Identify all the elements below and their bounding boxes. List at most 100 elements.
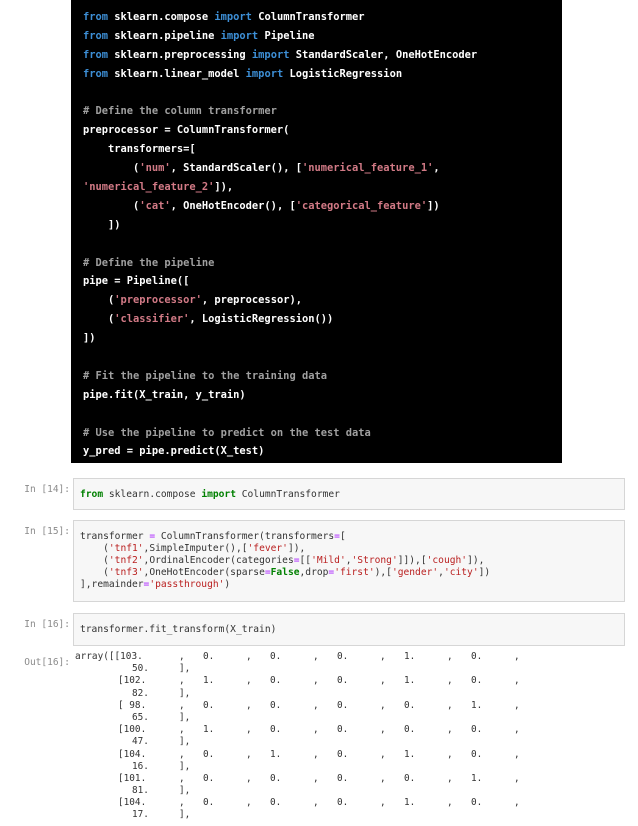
output-row: [101., 0., 0., 0., 0., 1., bbox=[75, 773, 620, 785]
output-value: 16. bbox=[132, 760, 149, 772]
code-cell-15[interactable]: transformer = ColumnTransformer(transfor… bbox=[73, 520, 625, 602]
output-row-end: ], bbox=[179, 663, 191, 675]
code-token: # Use the pipeline to predict on the tes… bbox=[83, 426, 371, 439]
output-row-end: ], bbox=[179, 711, 191, 723]
output-row-tail: 50.], bbox=[75, 663, 620, 675]
code-token: 'cough' bbox=[426, 555, 468, 566]
output-value: 65. bbox=[132, 711, 149, 723]
code-token: y_pred = pipe.predict(X_test) bbox=[83, 445, 265, 458]
output-value: , bbox=[380, 699, 386, 711]
output-value: 47. bbox=[132, 736, 149, 748]
output-value: [101. bbox=[118, 772, 147, 784]
cell-code-line: transformer = ColumnTransformer(transfor… bbox=[80, 531, 618, 543]
output-value: 0. bbox=[337, 797, 349, 809]
output-row-end: ], bbox=[179, 687, 191, 699]
code-line: # Define the column transformer bbox=[83, 102, 562, 121]
output-value: , bbox=[313, 699, 319, 711]
cell-prompt-16: In [16]: bbox=[24, 619, 70, 630]
output-value: 0. bbox=[471, 724, 483, 736]
output-value: , bbox=[246, 724, 252, 736]
code-line: from sklearn.linear_model import Logisti… bbox=[83, 65, 562, 84]
output-row: [102., 1., 0., 0., 1., 0., bbox=[75, 675, 620, 687]
code-token: import bbox=[214, 11, 252, 23]
code-token: [[ bbox=[299, 555, 312, 566]
output-value: 0. bbox=[270, 724, 282, 736]
output-value: 0. bbox=[404, 772, 416, 784]
output-value: [104. bbox=[118, 748, 147, 760]
output-row-tail: 47.], bbox=[75, 736, 620, 748]
output-value: 0. bbox=[203, 748, 215, 760]
output-value: , bbox=[447, 724, 453, 736]
output-value: , bbox=[514, 651, 520, 662]
output-value: , bbox=[380, 797, 386, 809]
code-token: sklearn.linear_model bbox=[108, 67, 246, 80]
code-token: ],remainder bbox=[80, 579, 144, 590]
output-value: , bbox=[179, 675, 185, 687]
code-token: 'categorical_feature' bbox=[295, 199, 428, 212]
output-value: , bbox=[447, 699, 453, 711]
output-row-end: ], bbox=[179, 809, 191, 821]
output-row: [100., 1., 0., 0., 0., 0., bbox=[75, 724, 620, 736]
output-value: , bbox=[447, 651, 453, 662]
output-row-end: ], bbox=[179, 736, 191, 748]
code-token: transformers=[ bbox=[83, 143, 196, 156]
output-value: 0. bbox=[203, 651, 215, 662]
code-token: pipe.fit(X_train, y_train) bbox=[83, 388, 246, 401]
code-token: , preprocessor), bbox=[201, 294, 302, 307]
code-token: import bbox=[251, 48, 290, 61]
code-line: y_pred = pipe.predict(X_test) bbox=[83, 442, 562, 461]
output-value: , bbox=[380, 748, 386, 760]
code-token: 'numerical_feature_2' bbox=[83, 181, 215, 194]
cell-code-line: ('tnf3',OneHotEncoder(sparse=False,drop=… bbox=[80, 567, 618, 579]
code-token: transformer bbox=[80, 531, 150, 542]
output-value: , bbox=[179, 772, 185, 784]
code-cell-14[interactable]: from sklearn.compose import ColumnTransf… bbox=[73, 478, 625, 510]
code-token: ]), bbox=[214, 181, 234, 194]
output-value: 1. bbox=[404, 651, 416, 662]
output-value: 81. bbox=[132, 785, 149, 797]
output-value: , bbox=[313, 748, 319, 760]
code-token: 'cat' bbox=[139, 199, 171, 212]
output-value: 0. bbox=[471, 675, 483, 687]
code-line: ]) bbox=[83, 216, 562, 235]
output-value: , bbox=[514, 724, 520, 736]
output-value: , bbox=[447, 675, 453, 687]
code-token: 'tnf1' bbox=[108, 543, 144, 554]
output-value: , bbox=[313, 675, 319, 687]
code-token: ( bbox=[80, 555, 109, 566]
code-token: , OneHotEncoder(), [ bbox=[170, 199, 296, 212]
output-value: , bbox=[246, 748, 252, 760]
code-token: # Fit the pipeline to the training data bbox=[83, 369, 327, 382]
code-token: from bbox=[83, 48, 109, 61]
code-line: preprocessor = ColumnTransformer( bbox=[83, 121, 562, 140]
cell-code-line: from sklearn.compose import ColumnTransf… bbox=[80, 489, 618, 501]
output-value: , bbox=[179, 699, 185, 711]
code-token: ( bbox=[80, 543, 109, 554]
cell-prompt-15: In [15]: bbox=[24, 526, 70, 537]
code-token: import bbox=[220, 29, 259, 42]
output-value: [102. bbox=[118, 675, 147, 687]
output-value: 1. bbox=[203, 724, 215, 736]
output-value: , bbox=[514, 797, 520, 809]
code-line: from sklearn.pipeline import Pipeline bbox=[83, 27, 562, 46]
code-token: preprocessor = ColumnTransformer( bbox=[83, 124, 290, 137]
cell-code-line: ('tnf2',OrdinalEncoder(categories=[['Mil… bbox=[80, 555, 618, 567]
output-row: [104., 0., 0., 0., 1., 0., bbox=[75, 797, 620, 809]
code-token: ]]),[ bbox=[397, 555, 427, 566]
output-row: [ 98., 0., 0., 0., 0., 1., bbox=[75, 700, 620, 712]
code-cell-16[interactable]: transformer.fit_transform(X_train) bbox=[73, 613, 625, 646]
output-value: , bbox=[246, 797, 252, 809]
output-value: [100. bbox=[118, 724, 147, 736]
output-value: 1. bbox=[404, 675, 416, 687]
output-value: 0. bbox=[337, 724, 349, 736]
code-token: , bbox=[433, 162, 440, 175]
output-value: 0. bbox=[337, 675, 349, 687]
code-token: ]), bbox=[287, 543, 306, 554]
code-token: ,OneHotEncoder(sparse bbox=[143, 567, 265, 578]
output-value: 0. bbox=[203, 797, 215, 809]
code-token: from bbox=[80, 489, 104, 500]
code-token: ( bbox=[83, 162, 140, 175]
output-value: , bbox=[380, 675, 386, 687]
